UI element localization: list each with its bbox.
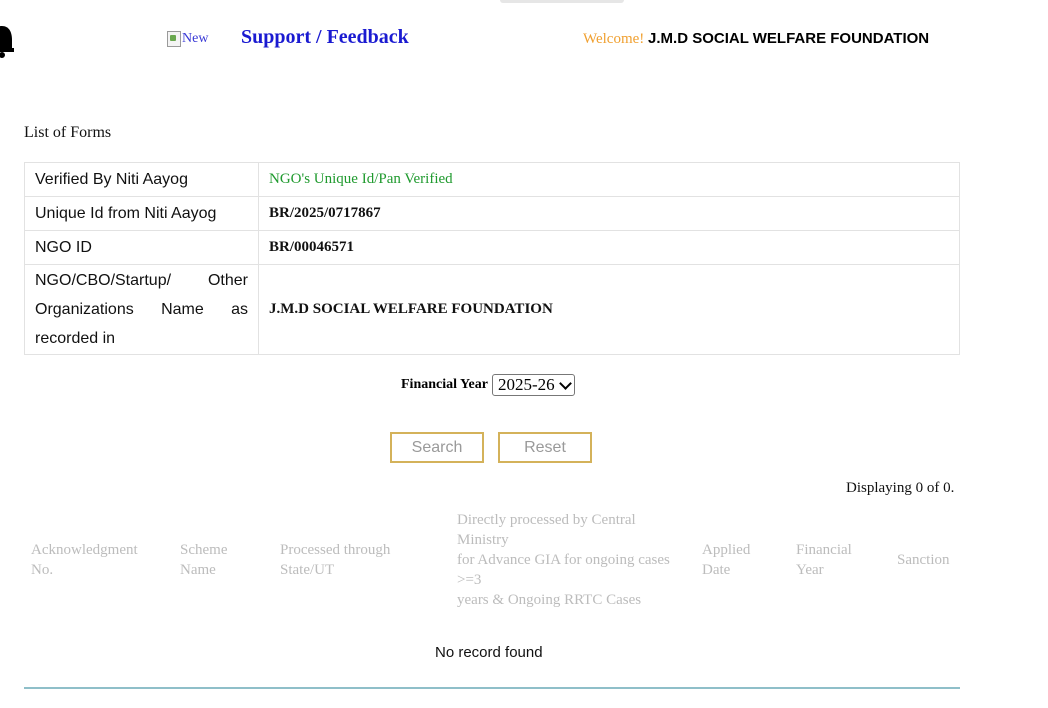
info-value: J.M.D SOCIAL WELFARE FOUNDATION bbox=[258, 264, 960, 355]
column-header-line: Ministry bbox=[457, 532, 509, 548]
welcome-prefix: Welcome! bbox=[583, 31, 645, 47]
new-badge-alt: New bbox=[182, 31, 209, 46]
displaying-count: Displaying 0 of 0. bbox=[846, 480, 955, 496]
info-label: NGO ID bbox=[24, 230, 259, 265]
info-row-ngo-id: NGO ID BR/00046571 bbox=[24, 230, 960, 265]
column-header-line: for Advance GIA for ongoing cases bbox=[457, 552, 670, 568]
new-badge-image[interactable]: New bbox=[167, 31, 208, 47]
no-record-message: No record found bbox=[435, 644, 543, 661]
column-header-directly-processed[interactable]: Directly processed by Central Ministry f… bbox=[457, 510, 697, 610]
column-header-financial-year[interactable]: Financial Year bbox=[796, 540, 876, 580]
top-scroll-indicator bbox=[500, 0, 624, 3]
column-header-line: Directly processed by Central bbox=[457, 512, 636, 528]
list-of-forms-title: List of Forms bbox=[24, 124, 112, 141]
results-table-header: Acknowledgment No. Scheme Name Processed… bbox=[24, 510, 960, 610]
info-value: BR/00046571 bbox=[258, 230, 960, 265]
ngo-info-table: Verified By Niti Aayog NGO's Unique Id/P… bbox=[24, 162, 960, 355]
column-header-line: years & Ongoing RRTC Cases bbox=[457, 592, 642, 608]
financial-year-label: Financial Year bbox=[401, 377, 488, 392]
chevron-down-icon bbox=[558, 376, 572, 390]
column-header-processed-state[interactable]: Processed through State/UT bbox=[280, 540, 430, 580]
info-row-org-name: NGO/CBO/Startup/ Other Organizations Nam… bbox=[24, 264, 960, 355]
financial-year-select[interactable]: 2025-26 bbox=[491, 374, 575, 396]
page: New Support / Feedback Welcome! J.M.D SO… bbox=[0, 0, 1048, 708]
column-header-acknowledgment[interactable]: Acknowledgment No. bbox=[31, 540, 161, 580]
welcome-banner: Welcome! J.M.D SOCIAL WELFARE FOUNDATION bbox=[583, 30, 929, 48]
financial-year-filter: Financial Year 2025-26 bbox=[401, 374, 575, 396]
info-label: Verified By Niti Aayog bbox=[24, 162, 259, 197]
broken-image-icon bbox=[167, 31, 181, 47]
bell-icon[interactable] bbox=[0, 22, 14, 58]
info-label: Unique Id from Niti Aayog bbox=[24, 196, 259, 231]
reset-button[interactable]: Reset bbox=[498, 432, 592, 463]
info-row-verified: Verified By Niti Aayog NGO's Unique Id/P… bbox=[24, 162, 960, 197]
info-value: BR/2025/0717867 bbox=[258, 196, 960, 231]
info-label: NGO/CBO/Startup/ Other Organizations Nam… bbox=[24, 264, 259, 355]
financial-year-value: 2025-26 bbox=[497, 375, 555, 394]
info-row-unique-id: Unique Id from Niti Aayog BR/2025/071786… bbox=[24, 196, 960, 231]
org-name-header: J.M.D SOCIAL WELFARE FOUNDATION bbox=[648, 30, 930, 47]
column-header-line: >=3 bbox=[457, 572, 482, 588]
column-header-scheme-name[interactable]: Scheme Name bbox=[180, 540, 250, 580]
support-feedback-link[interactable]: Support / Feedback bbox=[241, 26, 409, 49]
column-header-applied-date[interactable]: Applied Date bbox=[702, 540, 782, 580]
search-button[interactable]: Search bbox=[390, 432, 484, 463]
info-value: NGO's Unique Id/Pan Verified bbox=[258, 162, 960, 197]
bottom-divider bbox=[24, 687, 960, 689]
column-header-sanction[interactable]: Sanction bbox=[897, 550, 967, 570]
